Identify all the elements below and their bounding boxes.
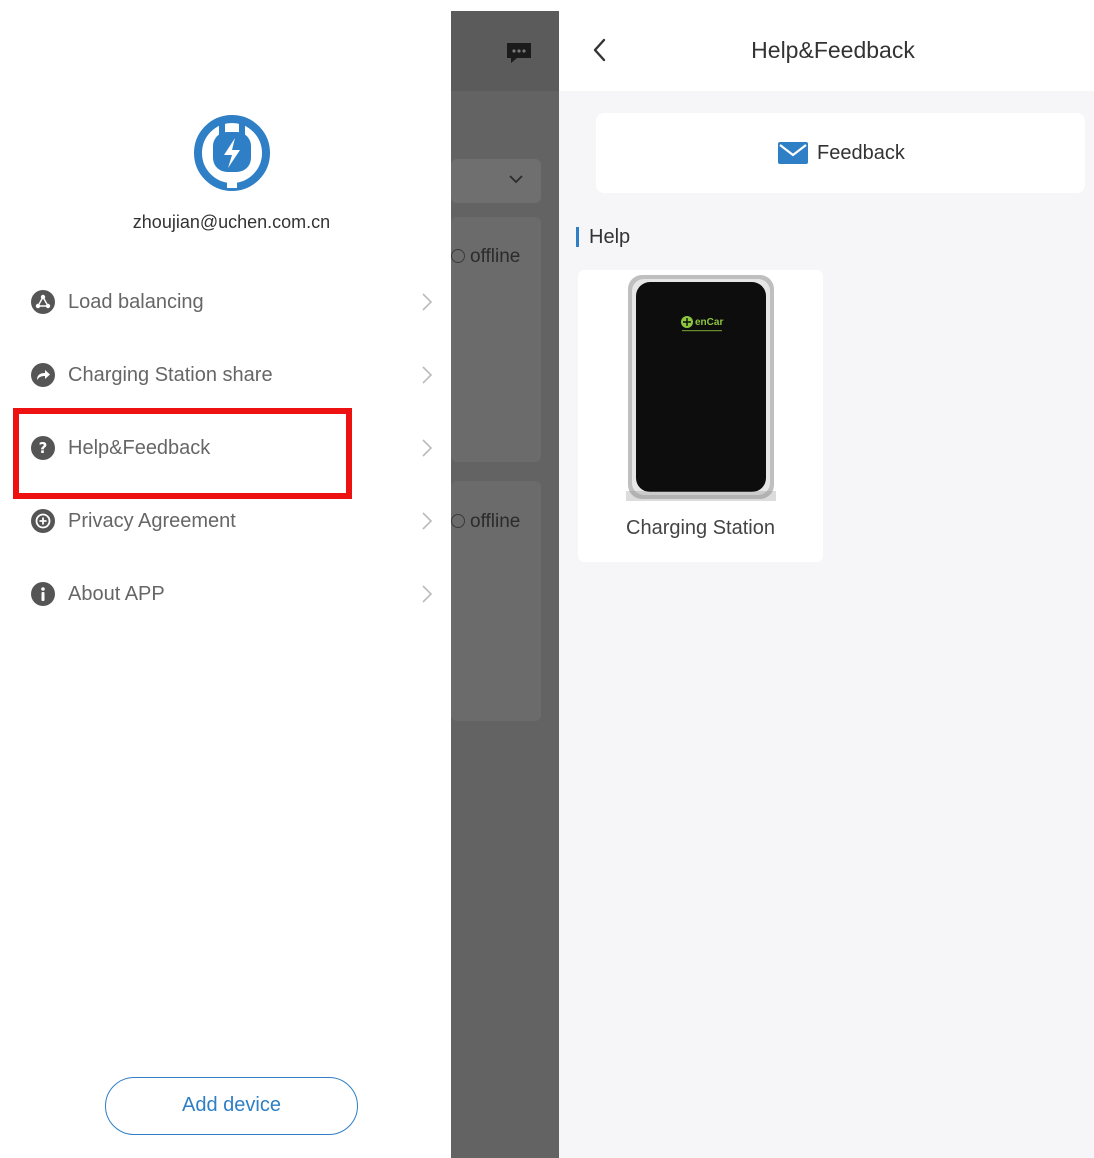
help-section-title: Help — [589, 226, 631, 248]
add-device-button[interactable]: Add device — [105, 1077, 358, 1135]
menu-item-privacy-agreement[interactable]: Privacy Agreement — [0, 491, 451, 551]
menu-item-charging-station-share[interactable]: Charging Station share — [0, 345, 451, 405]
dimmed-background-page[interactable]: offline offline — [451, 11, 559, 1158]
help-feedback-screen: Help&Feedback Feedback Help enCar Chargi… — [559, 0, 1094, 1158]
status-text: offline — [470, 511, 521, 532]
status-text: offline — [470, 246, 521, 267]
section-accent-bar — [576, 227, 579, 247]
page-title: Help&Feedback — [751, 37, 915, 63]
plug-lightning-icon — [194, 115, 270, 191]
help-item-label: Charging Station — [626, 517, 775, 539]
chevron-right-icon — [422, 585, 433, 603]
feedback-button[interactable]: Feedback — [596, 113, 1085, 193]
dimmed-dropdown — [451, 159, 541, 203]
device-status: offline — [451, 511, 520, 533]
menu-item-about-app[interactable]: About APP — [0, 564, 451, 624]
side-drawer: zhoujian@uchen.com.cn Load balancing Cha… — [0, 0, 451, 1158]
menu-item-label: About APP — [68, 583, 165, 605]
chevron-right-icon — [422, 366, 433, 384]
menu-item-label: Load balancing — [68, 291, 204, 313]
device-status: offline — [451, 246, 520, 268]
feedback-label: Feedback — [817, 142, 905, 164]
load-balance-icon — [31, 290, 55, 314]
charging-station-image: enCar — [626, 273, 776, 501]
user-email: zhoujian@uchen.com.cn — [132, 212, 331, 232]
brand-logo-text: enCar — [695, 317, 723, 328]
screen-header: Help&Feedback — [559, 0, 1094, 91]
mail-icon — [778, 142, 808, 164]
chevron-right-icon — [422, 439, 433, 457]
help-item-charging-station[interactable]: enCar Charging Station — [578, 270, 823, 562]
chevron-right-icon — [422, 512, 433, 530]
chevron-right-icon — [422, 293, 433, 311]
menu-item-label: Charging Station share — [68, 364, 273, 386]
menu-item-load-balancing[interactable]: Load balancing — [0, 272, 451, 332]
share-arrow-icon — [31, 363, 55, 387]
info-icon — [31, 582, 55, 606]
highlight-annotation-box — [13, 408, 352, 499]
plus-circle-icon — [31, 509, 55, 533]
chat-icon — [507, 43, 531, 63]
menu-item-label: Privacy Agreement — [68, 510, 236, 532]
chevron-down-icon — [509, 175, 523, 184]
